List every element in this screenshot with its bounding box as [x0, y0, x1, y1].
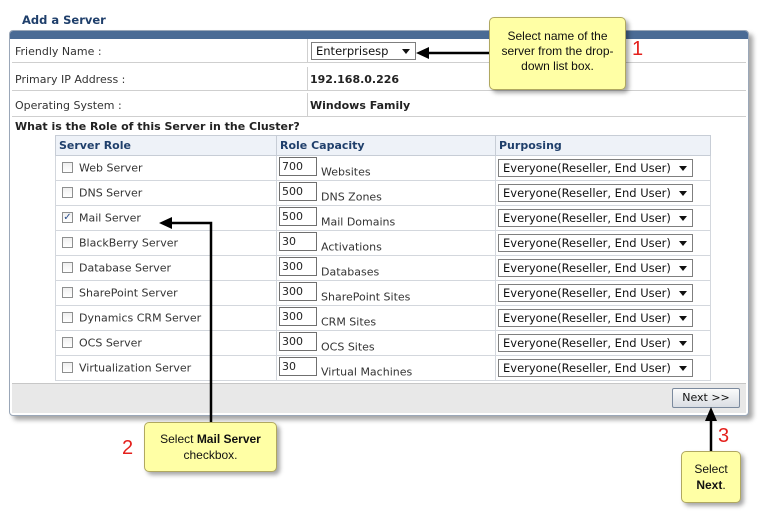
arrow-icon — [159, 217, 213, 422]
annotation-arrows — [159, 47, 717, 451]
arrow-icon — [705, 407, 717, 451]
arrow-icon — [416, 47, 489, 59]
